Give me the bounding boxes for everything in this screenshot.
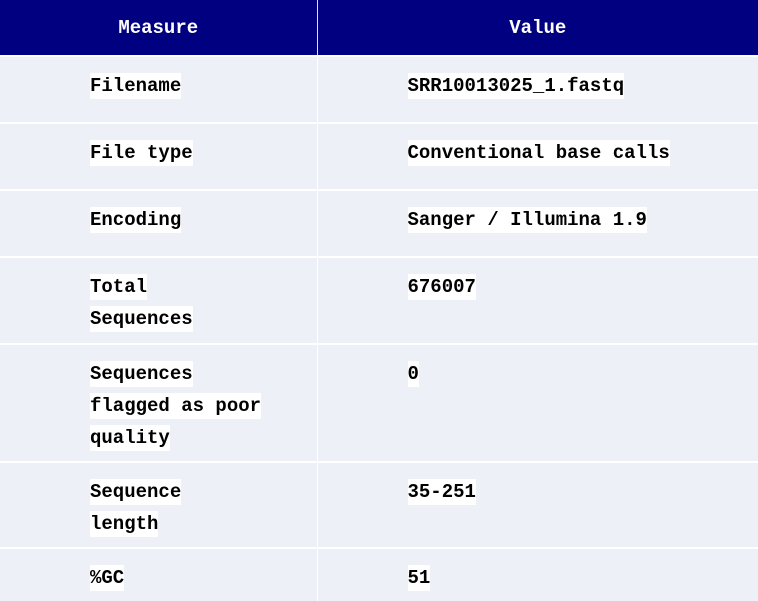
- value-text: 0: [407, 361, 419, 387]
- measure-cell: Sequences flagged as poor quality: [0, 343, 318, 462]
- measure-text: Sequences flagged as poor quality: [90, 361, 262, 451]
- table-row: Encoding Sanger / Illumina 1.9: [0, 189, 758, 257]
- measure-cell: %GC: [0, 547, 318, 601]
- value-column-header: Value: [317, 0, 758, 56]
- value-text: 35-251: [407, 479, 476, 505]
- measure-cell: Sequence length: [0, 461, 318, 548]
- value-cell: Sanger / Illumina 1.9: [317, 189, 758, 257]
- value-cell: 51: [317, 547, 758, 601]
- value-cell: 0: [317, 343, 758, 462]
- value-cell: Conventional base calls: [317, 122, 758, 190]
- value-text: Conventional base calls: [407, 140, 670, 166]
- value-text: 676007: [407, 274, 476, 300]
- table-header-row: Measure Value: [0, 0, 758, 56]
- value-cell: SRR10013025_1.fastq: [317, 55, 758, 123]
- measure-cell: Total Sequences: [0, 256, 318, 344]
- value-text: 51: [407, 565, 431, 591]
- measure-cell: Encoding: [0, 189, 318, 257]
- measure-text: Encoding: [90, 207, 182, 233]
- value-cell: 35-251: [317, 461, 758, 548]
- measure-text: %GC: [90, 565, 125, 591]
- value-cell: 676007: [317, 256, 758, 344]
- measure-cell: File type: [0, 122, 318, 190]
- table-row: File type Conventional base calls: [0, 122, 758, 190]
- table-row: Total Sequences 676007: [0, 256, 758, 344]
- measure-text: File type: [90, 140, 193, 166]
- measure-column-header: Measure: [0, 0, 318, 56]
- basic-statistics-table: Measure Value Filename SRR10013025_1.fas…: [0, 0, 758, 601]
- table-row: %GC 51: [0, 547, 758, 601]
- table-row: Filename SRR10013025_1.fastq: [0, 55, 758, 123]
- table-row: Sequence length 35-251: [0, 461, 758, 548]
- table-row: Sequences flagged as poor quality 0: [0, 343, 758, 462]
- measure-text: Total Sequences: [90, 274, 193, 332]
- value-text: Sanger / Illumina 1.9: [407, 207, 647, 233]
- measure-text: Sequence length: [90, 479, 182, 537]
- measure-cell: Filename: [0, 55, 318, 123]
- measure-text: Filename: [90, 73, 182, 99]
- value-text: SRR10013025_1.fastq: [407, 73, 625, 99]
